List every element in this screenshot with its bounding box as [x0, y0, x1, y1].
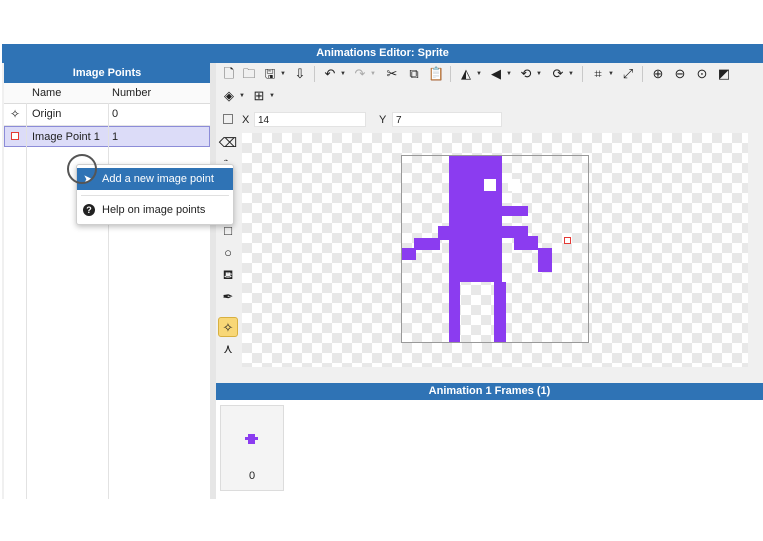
sprite-snout [502, 206, 528, 216]
undo-icon[interactable]: ↶ [322, 66, 338, 82]
cursor-highlight [67, 154, 97, 184]
context-menu: ➤ Add a new image point ? Help on image … [76, 164, 234, 225]
toolbar-separator [450, 66, 451, 82]
menu-item-help-image-points[interactable]: ? Help on image points [77, 199, 233, 221]
sprite-eye-right [508, 179, 520, 191]
image-point-number: 1 [112, 131, 119, 143]
y-label: Y [379, 114, 387, 126]
frames-title: Animation 1 Frames (1) [216, 383, 763, 400]
fill-bucket-icon[interactable]: ⛾ [218, 265, 238, 285]
selection-square-icon [223, 114, 233, 124]
column-divider [108, 103, 109, 499]
flip-dropdown-icon[interactable]: ▼ [476, 71, 482, 77]
zoom-in-icon[interactable]: ⊕ [650, 66, 666, 82]
redo-icon[interactable]: ↷ [352, 66, 368, 82]
image-point-tool-icon[interactable]: ✧ [218, 317, 238, 337]
action-point-icon[interactable]: ⋏ [218, 339, 238, 359]
image-point-name: Image Point 1 [32, 131, 100, 143]
frame-thumbnail[interactable]: 0 [220, 405, 284, 491]
sprite-bounds [401, 155, 589, 343]
flip-horizontal-icon[interactable]: ◭ [458, 66, 474, 82]
image-point-marker-icon [11, 132, 19, 140]
sprite-hand-left [402, 248, 416, 260]
column-divider [26, 103, 27, 499]
sprite-leg-gap [460, 282, 494, 342]
x-label: X [242, 114, 250, 126]
sprite-arm-right [514, 236, 538, 250]
origin-crosshair-icon: ✧ [10, 107, 21, 121]
sprite-canvas[interactable] [242, 133, 748, 367]
pencil-icon[interactable]: ✎ [218, 155, 238, 161]
ellipse-icon[interactable]: ○ [218, 243, 238, 263]
rotate-right-icon[interactable]: ⟳ [550, 66, 566, 82]
save-icon[interactable]: 🖫 [262, 66, 278, 82]
save-dropdown-icon[interactable]: ▼ [280, 71, 286, 77]
image-point-marker[interactable] [564, 237, 571, 244]
rotate-left-icon[interactable]: ⟲ [518, 66, 534, 82]
window-title: Animations Editor: Sprite [2, 44, 763, 63]
cut-icon[interactable]: ✂ [384, 66, 400, 82]
image-points-header: Name Number [4, 83, 210, 104]
paste-icon[interactable]: 📋 [428, 66, 444, 82]
mirror-icon[interactable]: ◀ [488, 66, 504, 82]
column-header-number[interactable]: Number [112, 87, 151, 99]
eraser-icon[interactable]: ⌫ [218, 133, 238, 153]
zoom-out-icon[interactable]: ⊖ [672, 66, 688, 82]
color-picker-icon[interactable]: ✒ [218, 287, 238, 307]
image-points-panel: Image Points Name Number ✧ Origin 0 Imag… [4, 63, 210, 499]
toolbar-separator [642, 66, 643, 82]
image-point-number: 0 [112, 108, 119, 120]
frames-panel: 0 [216, 400, 763, 499]
sprite-eye-left [484, 179, 496, 191]
toolbar-separator [314, 66, 315, 82]
image-points-title: Image Points [4, 63, 210, 83]
menu-item-add-image-point[interactable]: ➤ Add a new image point [77, 168, 233, 190]
x-input[interactable]: 14 [254, 112, 366, 127]
export-icon[interactable]: ⇩ [292, 66, 308, 82]
grid-icon[interactable]: ⊞ [251, 88, 267, 104]
layers-icon[interactable]: ◈ [221, 88, 237, 104]
menu-item-label: Help on image points [102, 204, 206, 216]
y-input[interactable]: 7 [392, 112, 502, 127]
undo-dropdown-icon[interactable]: ▼ [340, 71, 346, 77]
grid-dropdown-icon[interactable]: ▼ [269, 93, 275, 99]
rotate-left-dropdown-icon[interactable]: ▼ [536, 71, 542, 77]
column-header-name[interactable]: Name [32, 87, 61, 99]
crop-icon[interactable]: ⌗ [590, 66, 606, 82]
image-point-name: Origin [32, 108, 62, 120]
layers-dropdown-icon[interactable]: ▼ [239, 93, 245, 99]
mirror-dropdown-icon[interactable]: ▼ [506, 71, 512, 77]
new-file-icon[interactable]: 🗋 [221, 66, 237, 82]
toolbar: 🗋 🗀 🖫 ▼ ⇩ ↶ ▼ ↷ ▼ ✂ ⧉ 📋 ◭ ▼ ◀ ▼ ⟲ ▼ ⟳ ▼ … [216, 63, 763, 109]
resize-icon[interactable]: ⤢ [620, 66, 636, 82]
frame-sprite-preview-arms [245, 437, 258, 440]
menu-item-label: Add a new image point [102, 173, 214, 185]
help-icon: ? [83, 204, 95, 216]
coordinates-bar: X 14 Y 7 [216, 111, 763, 131]
toggle-background-icon[interactable]: ◩ [716, 66, 732, 82]
frame-number: 0 [248, 470, 256, 482]
crop-dropdown-icon[interactable]: ▼ [608, 71, 614, 77]
animations-editor-window: Animations Editor: Sprite Image Points N… [2, 44, 763, 499]
sprite-leg-right [494, 282, 506, 342]
sprite-hand-right [538, 248, 552, 272]
rotate-right-dropdown-icon[interactable]: ▼ [568, 71, 574, 77]
redo-dropdown-icon[interactable]: ▼ [370, 71, 376, 77]
copy-icon[interactable]: ⧉ [406, 66, 422, 82]
toolbar-separator [582, 66, 583, 82]
open-folder-icon[interactable]: 🗀 [241, 66, 257, 82]
image-point-row-origin[interactable]: ✧ Origin 0 [4, 104, 210, 126]
zoom-fit-icon[interactable]: ⊙ [694, 66, 710, 82]
menu-separator [81, 195, 229, 196]
sprite-leg-left [449, 282, 460, 342]
image-point-row-1[interactable]: Image Point 1 1 [4, 126, 210, 147]
sprite-arm-left [414, 238, 440, 250]
